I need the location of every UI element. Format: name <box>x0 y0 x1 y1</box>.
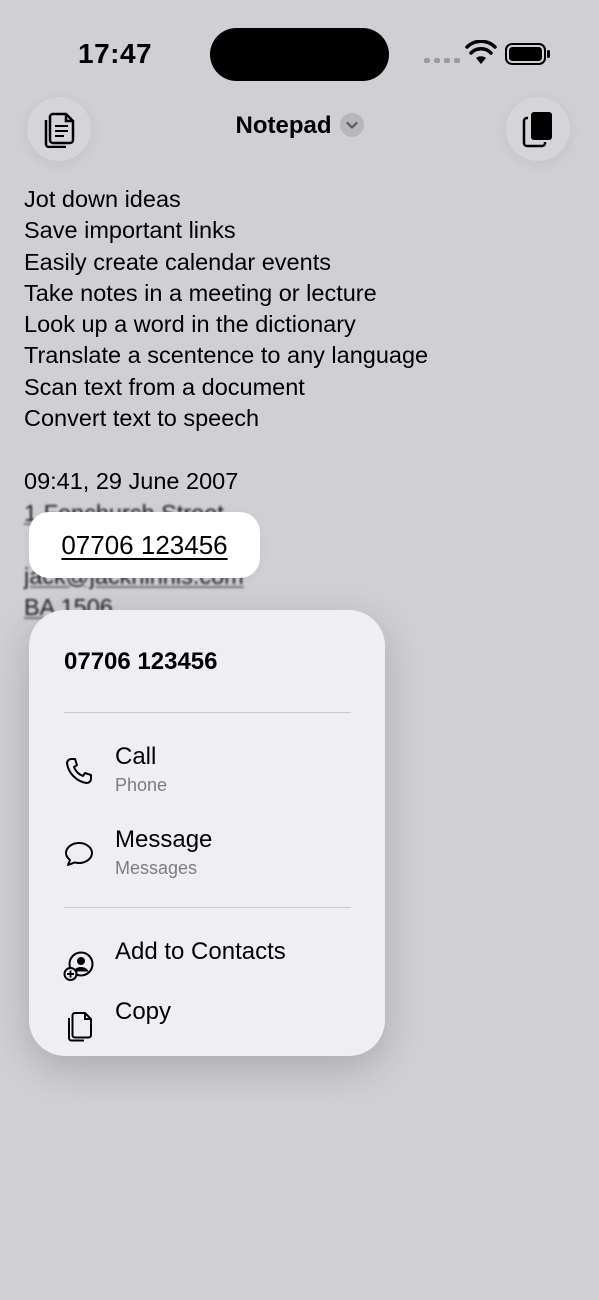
new-note-button[interactable] <box>506 97 570 161</box>
phone-context-menu: 07706 123456 Call Phone Message Messages… <box>29 610 385 1056</box>
battery-icon <box>505 43 550 65</box>
message-label: Message <box>115 826 213 853</box>
selected-phone-number[interactable]: 07706 123456 <box>29 512 260 578</box>
message-bubble-icon <box>65 842 93 866</box>
note-datetime[interactable]: 09:41, 29 June 2007 <box>24 466 428 497</box>
message-sublabel: Messages <box>115 858 198 878</box>
phone-icon <box>66 758 92 784</box>
status-time: 17:47 <box>78 38 153 69</box>
call-menu-item[interactable]: Call Phone <box>29 743 385 803</box>
call-sublabel: Phone <box>115 775 168 795</box>
copy-menu-item[interactable]: Copy <box>29 998 385 1056</box>
add-to-contacts-label: Add to Contacts <box>115 938 286 965</box>
menu-divider <box>64 712 351 713</box>
note-line: Save important links <box>24 217 236 244</box>
note-line: Easily create calendar events <box>24 248 331 275</box>
add-to-contacts-menu-item[interactable]: Add to Contacts <box>29 938 385 998</box>
add-contact-icon <box>63 951 94 981</box>
copy-icon <box>68 1012 92 1042</box>
note-body[interactable]: Jot down ideas Save important links Easi… <box>24 184 428 497</box>
note-line: Jot down ideas <box>24 186 181 212</box>
note-line: Look up a word in the dictionary <box>24 311 356 338</box>
menu-header: 07706 123456 <box>64 648 218 675</box>
stacked-pages-icon <box>522 112 552 148</box>
dynamic-island <box>210 28 389 81</box>
cellular-signal-icon <box>424 58 460 63</box>
note-line: Scan text from a document <box>24 373 305 400</box>
note-line: Convert text to speech <box>24 405 260 432</box>
note-line: Translate a scentence to any language <box>24 342 429 369</box>
note-line: Take notes in a meeting or lecture <box>24 279 377 306</box>
wifi-icon <box>465 40 497 64</box>
page-title: Notepad <box>235 112 332 139</box>
status-bar: 17:47 <box>0 0 599 100</box>
call-label: Call <box>115 743 157 770</box>
message-menu-item[interactable]: Message Messages <box>29 826 385 886</box>
copy-label: Copy <box>115 998 172 1025</box>
chevron-down-icon <box>339 112 364 137</box>
menu-divider <box>64 907 351 908</box>
